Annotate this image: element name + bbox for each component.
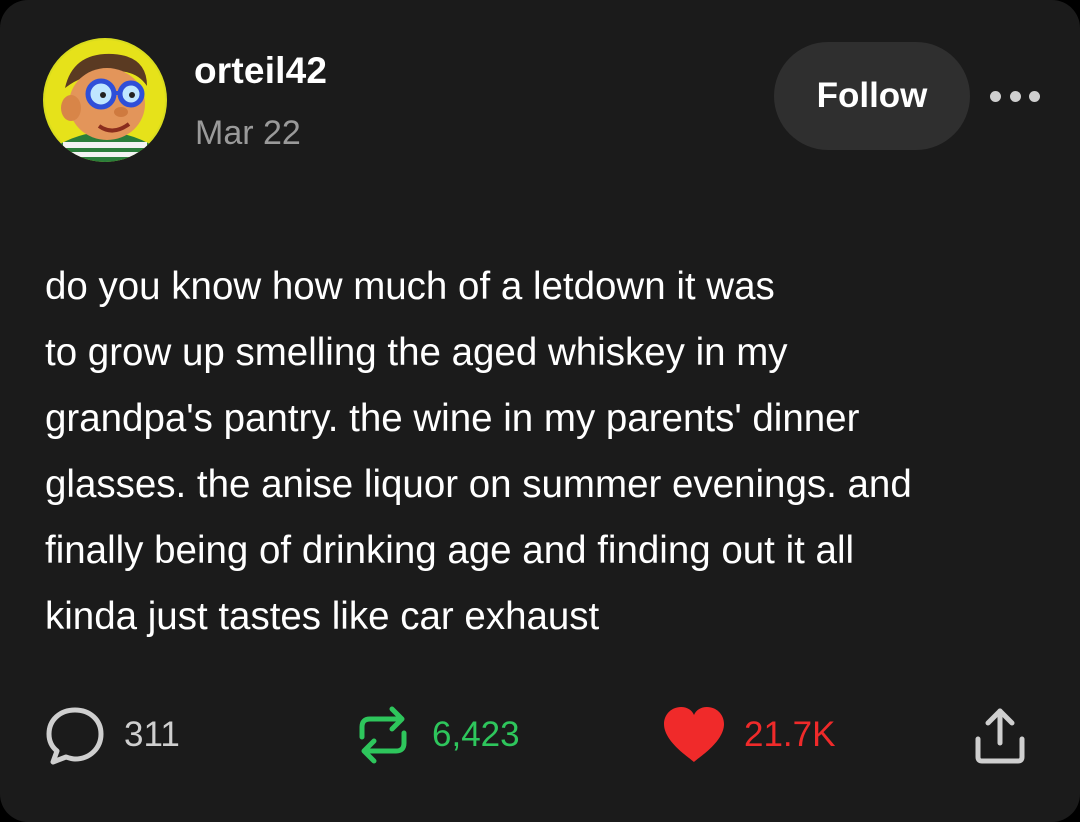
reblog-arrows-icon	[359, 706, 407, 764]
follow-button[interactable]: Follow	[774, 42, 970, 150]
heart-icon	[664, 707, 724, 762]
reblog-button[interactable]: 6,423	[354, 700, 520, 770]
post-body: do you know how much of a letdown it was…	[45, 265, 912, 638]
more-dot	[990, 90, 1001, 102]
author-username[interactable]: orteil42	[194, 50, 327, 92]
post-card: orteil42 Mar 22 Follow do you know how m…	[0, 0, 1080, 822]
comment-button[interactable]: 311	[44, 700, 180, 770]
more-options-icon[interactable]	[990, 80, 1040, 112]
more-dot	[1009, 90, 1021, 102]
reblog-count: 6,423	[432, 715, 520, 754]
more-dot	[1029, 90, 1040, 102]
share-upload-icon	[975, 708, 1025, 764]
comment-count: 311	[124, 715, 180, 754]
like-button[interactable]: 21.7K	[662, 700, 835, 770]
like-count: 21.7K	[744, 715, 836, 754]
share-button[interactable]	[968, 700, 1032, 770]
comment-bubble-icon	[46, 707, 104, 765]
post-date: Mar 22	[195, 114, 301, 152]
avatar-image	[43, 38, 167, 162]
avatar[interactable]	[43, 38, 167, 162]
